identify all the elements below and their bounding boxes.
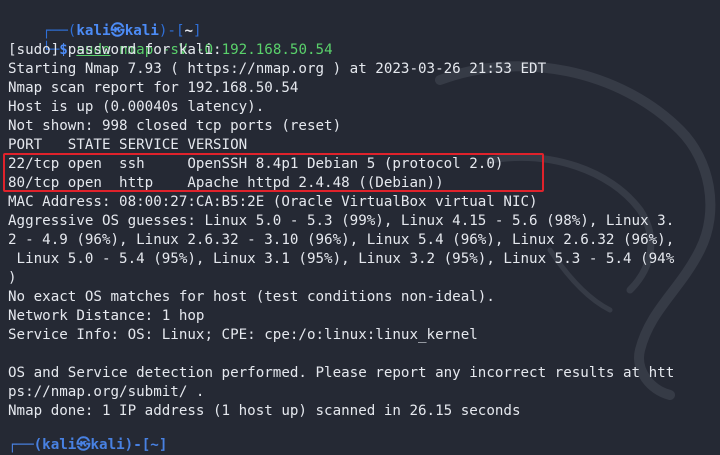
command-line: └─$ sudo nmap -sV -O 192.168.50.54: [8, 22, 720, 58]
output-line: Nmap scan report for 192.168.50.54: [8, 80, 299, 96]
port-table-header: PORT STATE SERVICE VERSION: [8, 137, 248, 153]
output-line: Network Distance: 1 hop: [8, 308, 205, 324]
port-row-ssh: 22/tcp open ssh OpenSSH 8.4p1 Debian 5 (…: [8, 156, 504, 172]
terminal-window[interactable]: ┌──(kali㉿kali)-[~] └─$ sudo nmap -sV -O …: [0, 0, 720, 453]
output-line: Service Info: OS: Linux; CPE: cpe:/o:lin…: [8, 327, 478, 343]
output-line: [sudo] password for kali:: [8, 42, 222, 58]
output-line: OS and Service detection performed. Plea…: [8, 365, 675, 381]
port-row-http: 80/tcp open http Apache httpd 2.4.48 ((D…: [8, 175, 444, 191]
output-line: ): [8, 270, 17, 286]
output-line: Nmap done: 1 IP address (1 host up) scan…: [8, 403, 521, 419]
output-line: ps://nmap.org/submit/ .: [8, 384, 205, 400]
output-line: Aggressive OS guesses: Linux 5.0 - 5.3 (…: [8, 213, 675, 229]
output-line: No exact OS matches for host (test condi…: [8, 289, 495, 305]
output-line: Not shown: 998 closed tcp ports (reset): [8, 118, 342, 134]
next-prompt-partial: ┌──(kali㉿kali)-[~]: [8, 437, 168, 453]
output-line: 2 - 4.9 (96%), Linux 2.6.32 - 3.10 (96%)…: [8, 232, 675, 248]
output-line: Starting Nmap 7.93 ( https://nmap.org ) …: [8, 61, 547, 77]
output-line: Host is up (0.00040s latency).: [8, 99, 265, 115]
output-line: Linux 5.0 - 5.4 (95%), Linux 3.1 (95%), …: [8, 251, 675, 267]
output-line: MAC Address: 08:00:27:CA:B5:2E (Oracle V…: [8, 194, 538, 210]
prompt-header-line: ┌──(kali㉿kali)-[~]: [8, 3, 720, 39]
